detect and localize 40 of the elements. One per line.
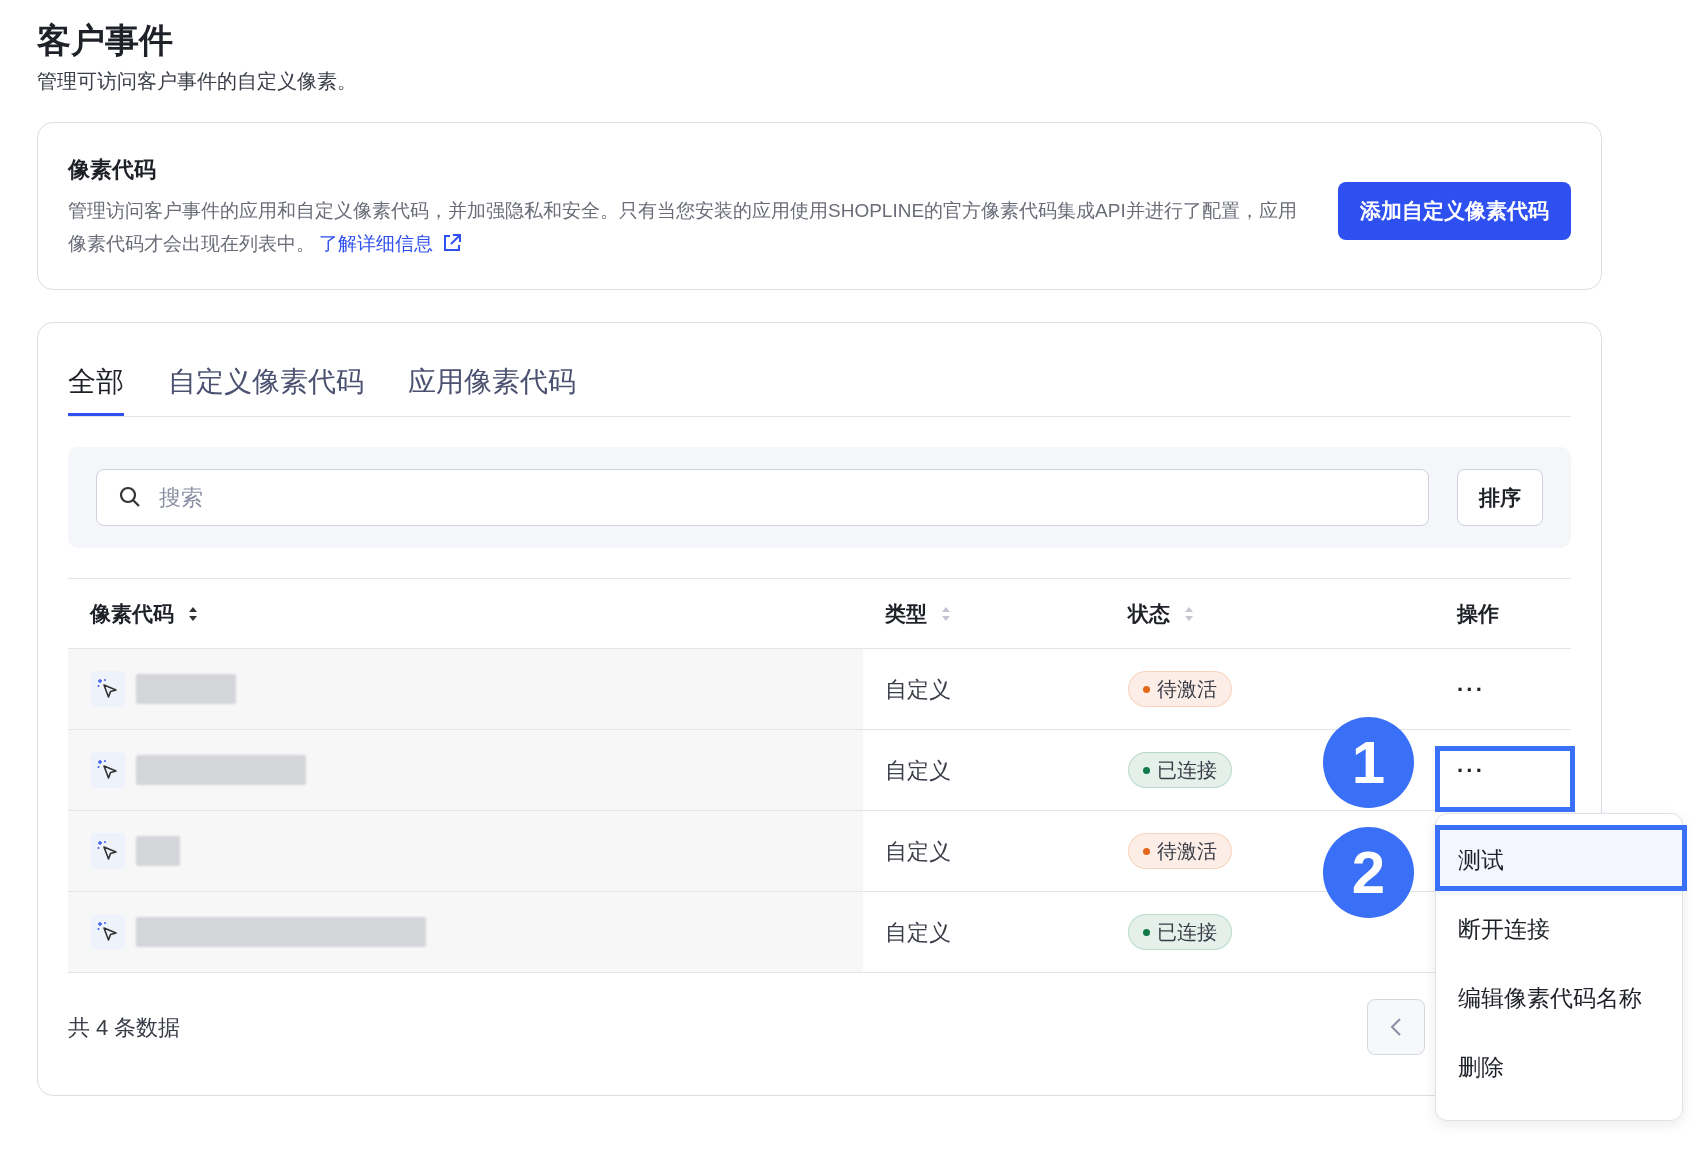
sort-button[interactable]: 排序 xyxy=(1457,469,1543,526)
status-badge: 已连接 xyxy=(1128,914,1232,950)
chevron-left-icon xyxy=(1389,1016,1403,1038)
tab[interactable]: 应用像素代码 xyxy=(408,361,576,416)
type-cell: 自定义 xyxy=(885,919,951,945)
previous-page-button[interactable] xyxy=(1367,999,1425,1055)
menu-item[interactable]: 断开连接 xyxy=(1436,895,1682,964)
type-cell: 自定义 xyxy=(885,838,951,864)
more-actions-button[interactable]: ··· xyxy=(1457,753,1485,787)
menu-item[interactable]: 删除 xyxy=(1436,1033,1682,1102)
total-count: 共 4 条数据 xyxy=(68,1013,182,1042)
card-title: 像素代码 xyxy=(68,155,157,184)
redacted-name xyxy=(136,836,180,866)
cursor-sparkle-icon xyxy=(90,752,126,788)
more-actions-button[interactable]: ··· xyxy=(1457,672,1485,706)
tab[interactable]: 全部 xyxy=(68,361,124,416)
page-subtitle: 管理可访问客户事件的自定义像素。 xyxy=(37,69,358,94)
step-number-badge: 2 xyxy=(1323,827,1414,918)
search-icon xyxy=(118,485,142,509)
cursor-sparkle-icon xyxy=(90,671,126,707)
column-header: 状态 xyxy=(1128,600,1170,627)
type-cell: 自定义 xyxy=(885,757,951,783)
page-title: 客户事件 xyxy=(37,20,174,61)
status-badge: 待激活 xyxy=(1128,671,1232,707)
tab[interactable]: 自定义像素代码 xyxy=(168,361,364,416)
column-header: 类型 xyxy=(885,600,927,627)
learn-more-link[interactable]: 了解详细信息 xyxy=(319,226,463,260)
external-link-icon xyxy=(441,232,463,254)
menu-item[interactable]: 编辑像素代码名称 xyxy=(1436,964,1682,1033)
step-number-badge: 1 xyxy=(1323,717,1414,808)
cursor-sparkle-icon xyxy=(90,914,126,950)
type-cell: 自定义 xyxy=(885,676,951,702)
status-badge: 已连接 xyxy=(1128,752,1232,788)
cursor-sparkle-icon xyxy=(90,833,126,869)
search-field[interactable]: 搜索 xyxy=(96,469,1429,526)
column-header: 操作 xyxy=(1457,600,1499,627)
add-custom-pixel-button[interactable]: 添加自定义像素代码 xyxy=(1338,182,1571,240)
card-description: 管理访问客户事件的应用和自定义像素代码，并加强隐私和安全。只有当您安装的应用使用SHOPLINE的官方像素代码集成API并进行了配置，应用像素代码才会出现在列表中。 了解详细信息 xyxy=(68,193,1298,260)
status-badge: 待激活 xyxy=(1128,833,1232,869)
column-header: 像素代码 xyxy=(90,600,174,627)
